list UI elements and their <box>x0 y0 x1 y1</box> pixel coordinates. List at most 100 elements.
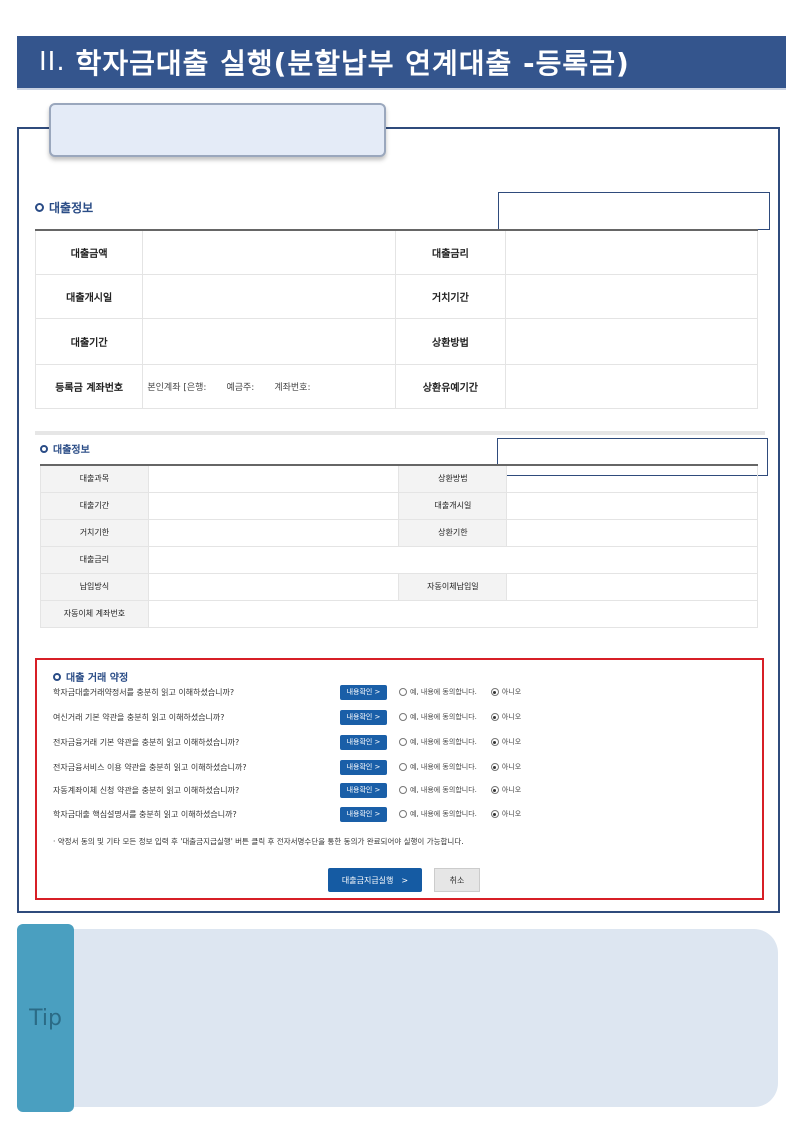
radio-unchecked-icon <box>399 810 407 818</box>
cell-value <box>506 491 758 520</box>
radio-unchecked-icon <box>399 786 407 794</box>
agree-no-radio[interactable]: 아니오 <box>490 809 521 819</box>
cell-label: 자동이체납입일 <box>398 572 508 601</box>
cell-value <box>142 317 397 365</box>
agree-no-label: 아니오 <box>501 688 522 696</box>
loan-info2-heading-text: 대출정보 <box>53 445 90 456</box>
view-content-button[interactable]: 내용확인 > <box>340 709 387 725</box>
agree-no-radio[interactable]: 아니오 <box>490 762 522 772</box>
account-holder-label: 예금주: <box>226 382 255 393</box>
agreement-row: 학자금대출거래약정서를 충분히 읽고 이해하셨습니까? 내용확인 > 예, 내용… <box>53 681 753 703</box>
agree-yes-radio[interactable]: 예, 내용에 동의합니다. <box>399 809 477 819</box>
tip-box <box>74 929 778 1107</box>
agree-no-label: 아니오 <box>501 713 522 721</box>
loan-info2-table: 대출과목 상환방법 대출기간 대출개시일 거치기한 상환기한 대출금리 납입방식… <box>40 464 759 628</box>
loan-info2-heading: 대출정보 <box>40 441 90 456</box>
section-divider <box>35 431 765 435</box>
radio-checked-icon <box>490 763 499 771</box>
agree-no-radio[interactable]: 아니오 <box>490 737 522 747</box>
agree-yes-label: 예, 내용에 동의합니다. <box>410 786 477 794</box>
cell-value <box>147 572 400 601</box>
agreement-row: 자동계좌이체 신청 약관을 충분히 읽고 이해하셨습니까? 내용확인 > 예, … <box>53 779 753 801</box>
agreement-note: · 약정서 동의 및 기타 모든 정보 입력 후 '대출금지급실행' 버튼 클릭… <box>53 837 464 846</box>
cancel-button[interactable]: 취소 <box>434 868 480 892</box>
chevron-right-icon: > <box>401 875 409 885</box>
section-number: II. <box>39 47 66 77</box>
cell-label: 상환유예기간 <box>395 363 506 409</box>
cell-value <box>504 317 759 365</box>
cell-value <box>506 518 758 547</box>
view-content-button[interactable]: 내용확인 > <box>340 734 387 750</box>
cell-label: 등록금 계좌번호 <box>34 363 144 409</box>
table-row: 납입방식 자동이체납입일 <box>40 572 758 601</box>
agreement-question: 전자금융서비스 이용 약관을 충분히 읽고 이해하셨습니까? <box>53 762 247 772</box>
agreement-row: 전자금융서비스 이용 약관을 충분히 읽고 이해하셨습니까? 내용확인 > 예,… <box>53 756 753 778</box>
radio-checked-icon <box>490 786 499 794</box>
page-title-bar: II. 학자금대출 실행(분할납부 연계대출 -등록금) <box>17 36 786 88</box>
section-tab-box <box>49 103 386 157</box>
agree-yes-label: 예, 내용에 동의합니다. <box>410 738 477 746</box>
loan-info-table: 대출금액 대출금리 대출개시일 거치기간 대출기간 상환방법 등록금 계좌번호 … <box>34 229 759 409</box>
agreement-section: 대출 거래 약정 학자금대출거래약정서를 충분히 읽고 이해하셨습니까? 내용확… <box>35 658 764 900</box>
agreement-question: 여신거래 기본 약관을 충분히 읽고 이해하셨습니까? <box>53 712 225 722</box>
table-row: 대출개시일 거치기간 <box>34 273 759 319</box>
cell-value <box>504 229 759 275</box>
view-content-button[interactable]: 내용확인 > <box>340 759 387 775</box>
radio-checked-icon <box>490 713 499 721</box>
account-cell: 본인계좌 [은행: 예금주: 계좌번호: <box>142 363 397 409</box>
agree-no-label: 아니오 <box>501 763 522 771</box>
page-title: 학자금대출 실행(분할납부 연계대출 -등록금) <box>75 47 630 80</box>
table-row: 자동이체 계좌번호 <box>40 599 759 628</box>
account-number-label: 계좌번호: <box>274 382 311 393</box>
agree-no-label: 아니오 <box>501 738 522 746</box>
agree-yes-radio[interactable]: 예, 내용에 동의합니다. <box>399 737 477 747</box>
agree-yes-radio[interactable]: 예, 내용에 동의합니다. <box>399 785 477 795</box>
cell-label: 상환방법 <box>398 464 508 493</box>
agreement-question: 전자금융거래 기본 약관을 충분히 읽고 이해하셨습니까? <box>53 737 240 747</box>
loan-info-heading-text: 대출정보 <box>49 201 94 215</box>
callout-box-1 <box>498 192 770 230</box>
table-row: 거치기한 상환기한 <box>40 518 758 547</box>
cell-value <box>506 572 758 601</box>
cell-value <box>142 273 397 319</box>
view-content-label: 내용확인 <box>346 688 373 696</box>
cell-label: 대출기간 <box>40 491 149 520</box>
agreement-question: 학자금대출 핵심설명서를 충분히 읽고 이해하셨습니까? <box>53 809 237 819</box>
agree-no-radio[interactable]: 아니오 <box>490 712 522 722</box>
tip-tab: Tip <box>17 924 74 1112</box>
radio-unchecked-icon <box>399 688 407 696</box>
table-row: 대출기간 대출개시일 <box>40 491 758 520</box>
agree-no-radio[interactable]: 아니오 <box>490 785 521 795</box>
cell-value <box>506 464 758 493</box>
view-content-button[interactable]: 내용확인 > <box>340 806 387 822</box>
table-row: 등록금 계좌번호 본인계좌 [은행: 예금주: 계좌번호: 상환유예기간 <box>34 363 759 409</box>
circle-bullet-icon <box>35 203 44 212</box>
view-content-button[interactable]: 내용확인 > <box>340 782 387 798</box>
cell-value <box>504 363 759 409</box>
agreement-question: 자동계좌이체 신청 약관을 충분히 읽고 이해하셨습니까? <box>53 785 240 795</box>
agree-yes-radio[interactable]: 예, 내용에 동의합니다. <box>399 687 477 697</box>
radio-checked-icon <box>490 688 499 696</box>
cell-value <box>147 545 759 574</box>
radio-unchecked-icon <box>399 738 407 746</box>
account-bank-label: 본인계좌 [은행: <box>147 382 207 393</box>
execute-loan-label: 대출금지급실행 <box>341 875 394 885</box>
view-content-label: 내용확인 <box>346 738 373 746</box>
table-row: 대출금리 <box>40 545 759 574</box>
agree-no-radio[interactable]: 아니오 <box>490 687 522 697</box>
agree-yes-label: 예, 내용에 동의합니다. <box>410 763 477 771</box>
cell-label: 자동이체 계좌번호 <box>40 599 149 628</box>
view-content-button[interactable]: 내용확인 > <box>340 684 387 700</box>
view-content-label: 내용확인 <box>346 763 373 771</box>
cell-value <box>147 491 400 520</box>
radio-unchecked-icon <box>399 763 407 771</box>
execute-loan-button[interactable]: 대출금지급실행 > <box>328 868 422 892</box>
loan-info-heading: 대출정보 <box>35 199 93 216</box>
agree-yes-radio[interactable]: 예, 내용에 동의합니다. <box>399 762 477 772</box>
cell-label: 대출개시일 <box>398 491 508 520</box>
cell-label: 대출과목 <box>40 464 149 493</box>
cell-value <box>142 229 397 275</box>
agree-yes-radio[interactable]: 예, 내용에 동의합니다. <box>399 712 477 722</box>
agree-yes-label: 예, 내용에 동의합니다. <box>410 713 477 721</box>
view-content-label: 내용확인 <box>346 713 373 721</box>
